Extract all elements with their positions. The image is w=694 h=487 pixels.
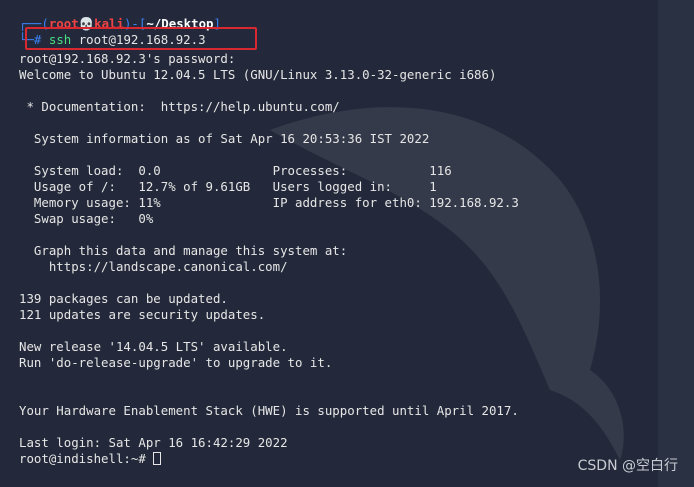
output-line: Usage of /: 12.7% of 9.61GB Users logged… <box>19 179 437 194</box>
output-line: Memory usage: 11% IP address for eth0: 1… <box>19 195 519 210</box>
output-line: Your Hardware Enablement Stack (HWE) is … <box>19 403 519 418</box>
output-line: Welcome to Ubuntu 12.04.5 LTS (GNU/Linux… <box>19 67 497 82</box>
terminal-window[interactable]: ┌──(root💀kali)-[~/Desktop] └─# ssh root@… <box>0 0 658 487</box>
output-line: Swap usage: 0% <box>19 211 154 226</box>
text-cursor <box>153 452 162 465</box>
output-line: System load: 0.0 Processes: 116 <box>19 163 452 178</box>
final-prompt-line[interactable]: root@indishell:~# <box>19 451 162 467</box>
output-line: System information as of Sat Apr 16 20:5… <box>19 131 430 146</box>
output-line: Last login: Sat Apr 16 16:42:29 2022 <box>19 435 288 450</box>
output-line: https://landscape.canonical.com/ <box>19 259 288 274</box>
final-prompt: root@indishell:~# <box>19 451 154 466</box>
output-line: 121 updates are security updates. <box>19 307 266 322</box>
command-highlight-box <box>25 27 257 50</box>
scrollbar[interactable] <box>658 0 694 487</box>
output-line: 139 packages can be updated. <box>19 291 228 306</box>
output-line: Run 'do-release-upgrade' to upgrade to i… <box>19 355 333 370</box>
output-line: New release '14.04.5 LTS' available. <box>19 339 288 354</box>
output-line: * Documentation: https://help.ubuntu.com… <box>19 99 340 114</box>
output-line: Graph this data and manage this system a… <box>19 243 348 258</box>
csdn-watermark: CSDN @空白行 <box>577 458 678 474</box>
output-line: root@192.168.92.3's password: <box>19 51 236 66</box>
